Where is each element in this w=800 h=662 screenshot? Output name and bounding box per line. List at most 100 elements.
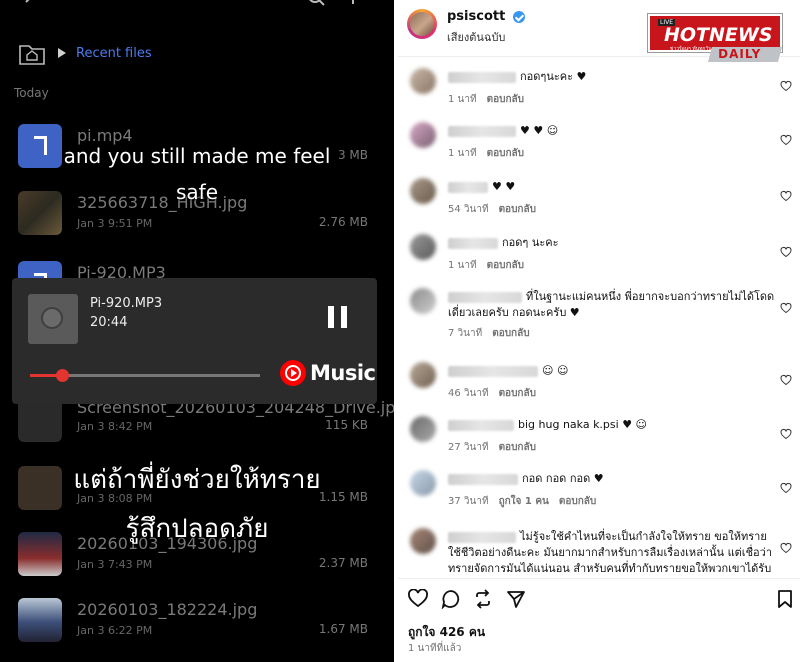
comment-text: ☺ ☺ <box>542 364 569 377</box>
reply-button[interactable]: ตอบกลับ <box>487 148 524 159</box>
subtitle-line: safe <box>175 180 219 204</box>
comment-meta: 1 นาที ตอบกลับ <box>448 92 524 107</box>
breadcrumb-arrow-icon <box>58 48 66 58</box>
comment-text: ที่ในฐานะแม่คนหนึ่ง พี่อยากจะบอกว่าทรายไ… <box>448 290 775 319</box>
heart-icon[interactable] <box>780 374 792 386</box>
breadcrumb-recent-files[interactable]: Recent files <box>76 46 152 61</box>
comment-text: big hug naka k.psi ♥ ☺ <box>518 418 648 431</box>
subtitle-line: รู้สึกปลอดภัย <box>125 514 269 544</box>
comment-time: 46 วินาที <box>448 388 489 399</box>
image-thumbnail <box>18 398 62 442</box>
reply-button[interactable]: ตอบกลับ <box>499 442 536 453</box>
post-username[interactable]: psiscott <box>447 9 505 24</box>
avatar[interactable] <box>410 122 436 148</box>
reply-button[interactable]: ตอบกลับ <box>487 94 524 105</box>
comment-username-blurred[interactable] <box>448 182 488 193</box>
comment-time: 7 วินาที <box>448 328 483 339</box>
logo-daily-text: DAILY <box>718 47 762 61</box>
comment-text: ไม่รู้จะใช้คำไหนที่จะเป็นกำลังใจให้ทราย … <box>448 530 772 575</box>
avatar[interactable] <box>410 178 436 204</box>
reply-button[interactable]: ตอบกลับ <box>487 260 524 271</box>
comment-meta: 1 นาที ตอบกลับ <box>448 258 524 273</box>
image-thumbnail <box>18 598 62 642</box>
comment-time: 1 นาที <box>448 148 477 159</box>
comment-meta: 1 นาที ตอบกลับ <box>448 146 524 161</box>
file-date: Jan 3 7:43 PM <box>77 558 153 571</box>
share-icon[interactable] <box>506 589 526 609</box>
file-size: 1.67 MB <box>318 622 368 636</box>
pause-icon[interactable] <box>328 306 348 328</box>
comment-likes[interactable]: ถูกใจ 1 คน <box>499 496 549 507</box>
album-cover <box>28 294 78 344</box>
heart-icon[interactable] <box>780 246 792 258</box>
logo-daily-badge: DAILY <box>707 47 783 62</box>
file-date: Jan 3 9:51 PM <box>77 217 153 230</box>
likes-count[interactable]: ถูกใจ 426 คน <box>408 623 485 642</box>
search-icon[interactable] <box>308 0 326 10</box>
comment-text: ♥ ♥ <box>492 180 516 193</box>
heart-icon[interactable] <box>780 482 792 494</box>
file-name: 20260103_182224.jpg <box>77 600 258 619</box>
player-track-title: Pi-920.MP3 <box>90 296 163 311</box>
folder-home-icon[interactable] <box>18 42 46 66</box>
video-frame: Recent files Today pi.mp4 3 MB 325663718… <box>0 0 394 662</box>
file-row[interactable]: 20260103_182224.jpg Jan 3 6:22 PM 1.67 M… <box>0 592 394 652</box>
heart-icon[interactable] <box>780 80 792 92</box>
music-player: Pi-920.MP3 20:44 Music <box>12 278 377 404</box>
back-arrow-icon[interactable] <box>22 0 38 10</box>
avatar[interactable] <box>410 234 436 260</box>
comment-text: กอด กอด กอด ♥ <box>522 472 604 485</box>
comment-username-blurred[interactable] <box>448 238 498 249</box>
avatar[interactable] <box>410 470 436 496</box>
avatar[interactable] <box>410 416 436 442</box>
avatar[interactable] <box>410 288 436 314</box>
heart-icon[interactable] <box>408 589 428 609</box>
heart-icon[interactable] <box>780 302 792 314</box>
heart-icon[interactable] <box>780 542 792 554</box>
youtube-music-label: Music <box>310 361 376 385</box>
comment-meta: 54 วินาที ตอบกลับ <box>448 202 536 217</box>
reply-button[interactable]: ตอบกลับ <box>499 204 536 215</box>
file-date: Jan 3 8:42 PM <box>77 420 153 433</box>
file-size: 115 KB <box>325 418 368 432</box>
comment-username-blurred[interactable] <box>448 474 518 485</box>
bookmark-icon[interactable] <box>775 589 795 609</box>
disc-icon <box>41 307 63 329</box>
heart-icon[interactable] <box>780 428 792 440</box>
comment-text: กอดๆนะคะ ♥ <box>520 70 587 83</box>
repost-icon[interactable] <box>473 589 493 609</box>
file-size: 2.37 MB <box>318 556 368 570</box>
comment-time: 1 นาที <box>448 260 477 271</box>
reply-button[interactable]: ตอบกลับ <box>499 388 536 399</box>
youtube-music-icon <box>280 360 306 386</box>
reply-button[interactable]: ตอบกลับ <box>492 328 529 339</box>
avatar[interactable] <box>410 68 436 94</box>
heart-icon[interactable] <box>780 190 792 202</box>
comment-meta: 37 วินาที ถูกใจ 1 คน ตอบกลับ <box>448 494 596 509</box>
reply-button[interactable]: ตอบกลับ <box>559 496 596 507</box>
heart-icon[interactable] <box>780 134 792 146</box>
comment-username-blurred[interactable] <box>448 72 516 83</box>
comment-time: 54 วินาที <box>448 204 489 215</box>
comment-icon[interactable] <box>441 589 461 609</box>
comment-time: 37 วินาที <box>448 496 489 507</box>
post-audio-label[interactable]: เสียงต้นฉบับ <box>447 28 505 46</box>
subtitle-line: and you still made me feel <box>63 144 331 168</box>
seek-bar[interactable] <box>30 369 260 382</box>
avatar[interactable] <box>407 9 437 39</box>
avatar[interactable] <box>410 362 436 388</box>
subtitle-line: แต่ถ้าพี่ยังช่วยให้ทราย <box>73 465 321 495</box>
post-timestamp: 1 นาทีที่แล้ว <box>408 643 462 654</box>
more-icon[interactable] <box>350 0 356 12</box>
comment-username-blurred[interactable] <box>448 126 516 137</box>
comment-username-blurred[interactable] <box>448 420 514 431</box>
section-label-today: Today <box>14 86 49 100</box>
player-time: 20:44 <box>90 315 128 330</box>
hotnews-daily-logo: LIVE HOTNEWS ข่าวร้อนๆ ทันทุกวัน DAILY <box>648 14 798 66</box>
comment-username-blurred[interactable] <box>448 366 538 377</box>
seek-bar-knob[interactable] <box>56 369 70 382</box>
comment-meta: 7 วินาที ตอบกลับ <box>448 326 530 341</box>
comment-time: 1 นาที <box>448 94 477 105</box>
post-actions: ถูกใจ 426 คน 1 นาทีที่แล้ว <box>398 578 800 662</box>
avatar[interactable] <box>410 528 436 554</box>
